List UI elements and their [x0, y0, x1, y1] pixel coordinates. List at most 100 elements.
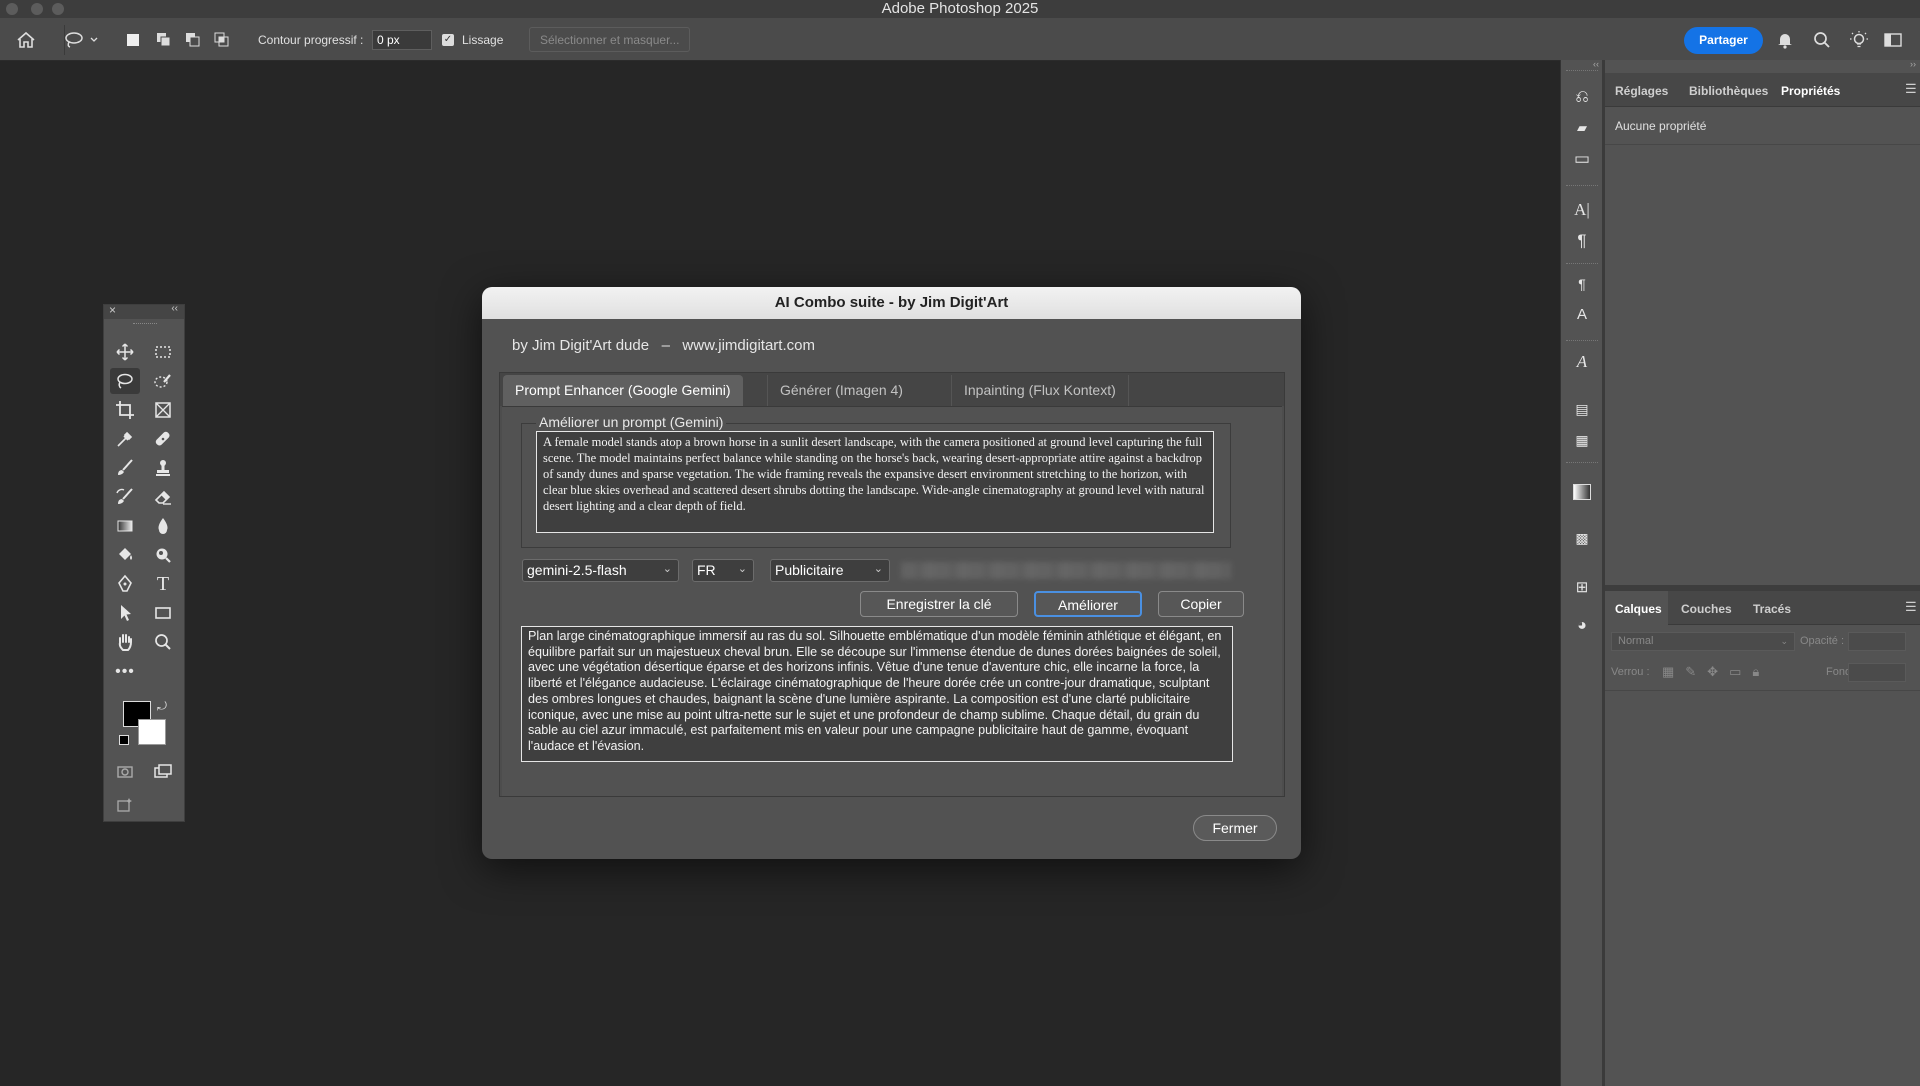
paragraph-panel-icon[interactable]: ¶: [1572, 231, 1592, 251]
window-minimize-button[interactable]: [31, 3, 43, 15]
patterns-panel-icon[interactable]: ▩: [1572, 528, 1592, 548]
improve-button[interactable]: Améliorer: [1034, 591, 1142, 617]
panel-divider: [1566, 340, 1598, 341]
quick-mask-icon[interactable]: [110, 759, 140, 785]
search-icon[interactable]: [1813, 18, 1831, 61]
zoom-tool-icon[interactable]: [148, 629, 178, 655]
history-brush-tool-icon[interactable]: [110, 484, 140, 510]
options-bar: Contour progressif : 0 px ✓ Lissage Séle…: [0, 18, 1920, 61]
comments-panel-icon[interactable]: ▭: [1572, 149, 1592, 169]
tab-channels[interactable]: Couches: [1681, 602, 1732, 616]
workspace-layout-icon[interactable]: [1884, 18, 1902, 61]
tab-layers[interactable]: Calques: [1615, 602, 1662, 616]
tab-generate[interactable]: Générer (Imagen 4): [767, 375, 915, 406]
crop-tool-icon[interactable]: [110, 397, 140, 423]
lock-icons[interactable]: ▦✎✥▭🔒︎: [1662, 664, 1770, 680]
clone-stamp-tool-icon[interactable]: [148, 455, 178, 481]
notifications-bell-icon[interactable]: [1776, 18, 1794, 61]
subtract-from-selection-icon[interactable]: [185, 18, 201, 61]
dialog-byline: by Jim Digit'Art dude – www.jimdigitart.…: [512, 337, 815, 354]
select-and-mask-button[interactable]: Sélectionner et masquer...: [529, 27, 691, 52]
plugins-panel-icon[interactable]: ▰: [1572, 118, 1592, 138]
move-tool-icon[interactable]: [110, 339, 140, 365]
object-selection-tool-icon[interactable]: [148, 368, 178, 394]
history-panel-icon[interactable]: ⎌: [1572, 87, 1592, 107]
home-icon[interactable]: [16, 18, 36, 61]
feather-input[interactable]: 0 px: [372, 30, 432, 50]
add-to-selection-icon[interactable]: [156, 18, 172, 61]
hand-tool-icon[interactable]: [110, 629, 140, 655]
notes-panel-icon[interactable]: ▦: [1572, 430, 1592, 450]
tab-inpainting[interactable]: Inpainting (Flux Kontext): [951, 375, 1129, 406]
fill-input[interactable]: [1848, 663, 1906, 682]
share-button[interactable]: Partager: [1684, 27, 1763, 54]
swap-colors-icon[interactable]: ⤾: [157, 699, 167, 714]
tab-prompt-enhancer[interactable]: Prompt Enhancer (Google Gemini): [503, 375, 743, 406]
result-output-textarea[interactable]: Plan large cinématographique immersif au…: [521, 626, 1233, 762]
panel-divider: [1566, 462, 1598, 463]
tab-libraries[interactable]: Bibliothèques: [1689, 84, 1768, 98]
paragraph-styles-icon[interactable]: ¶: [1572, 274, 1592, 294]
api-key-input-obscured[interactable]: [901, 562, 1231, 579]
type-tool-icon[interactable]: T: [148, 571, 178, 597]
lasso-tool-preset-icon[interactable]: [64, 18, 98, 61]
collapse-dock-icon[interactable]: ››: [1910, 59, 1916, 69]
spot-healing-brush-tool-icon[interactable]: [148, 426, 178, 452]
brush-tool-icon[interactable]: [110, 455, 140, 481]
lasso-tool-icon[interactable]: [110, 368, 140, 394]
style-select[interactable]: Publicitaire ⌄: [770, 559, 890, 582]
paint-bucket-tool-icon[interactable]: [110, 542, 140, 568]
layers-panel-tabs: Calques Couches Tracés ☰: [1605, 591, 1920, 625]
character-styles-icon[interactable]: A: [1572, 305, 1592, 325]
default-colors-icon[interactable]: [119, 735, 129, 745]
libraries-panel-icon[interactable]: ▤: [1572, 399, 1592, 419]
rectangular-marquee-tool-icon[interactable]: [148, 339, 178, 365]
collapse-panels-icon[interactable]: ‹‹: [1593, 59, 1599, 69]
path-selection-tool-icon[interactable]: [110, 600, 140, 626]
generative-fill-icon[interactable]: [110, 792, 140, 818]
smoothing-checkbox[interactable]: ✓: [442, 18, 454, 61]
opacity-input[interactable]: [1848, 632, 1906, 651]
panel-grip[interactable]: [1566, 70, 1598, 71]
prompt-input-textarea[interactable]: A female model stands atop a brown horse…: [536, 431, 1214, 533]
tab-adjustments[interactable]: Réglages: [1615, 84, 1668, 98]
tab-paths[interactable]: Tracés: [1753, 602, 1791, 616]
language-select[interactable]: FR ⌄: [692, 559, 754, 582]
discover-lightbulb-icon[interactable]: [1849, 18, 1869, 61]
tools-panel-header[interactable]: × ‹‹: [104, 303, 184, 319]
eyedropper-tool-icon[interactable]: [110, 426, 140, 452]
glyphs-panel-icon[interactable]: A: [1572, 352, 1592, 372]
blur-tool-icon[interactable]: [148, 513, 178, 539]
window-close-button[interactable]: [6, 3, 18, 15]
rectangle-tool-icon[interactable]: [148, 600, 178, 626]
panel-menu-icon[interactable]: ☰: [1905, 81, 1917, 97]
frame-tool-icon[interactable]: [148, 397, 178, 423]
color-palette-icon[interactable]: ◕: [1572, 616, 1592, 636]
panel-menu-icon[interactable]: ☰: [1905, 599, 1917, 615]
blend-mode-select[interactable]: Normal ⌄: [1611, 632, 1795, 651]
dodge-tool-icon[interactable]: [148, 542, 178, 568]
character-panel-icon[interactable]: A|: [1572, 200, 1592, 220]
save-key-button[interactable]: Enregistrer la clé: [860, 591, 1018, 617]
lock-label: Verrou :: [1611, 666, 1650, 678]
intersect-selection-icon[interactable]: [214, 18, 230, 61]
swatches-panel-icon[interactable]: ⊞: [1572, 578, 1592, 598]
eraser-tool-icon[interactable]: [148, 484, 178, 510]
close-icon[interactable]: ×: [109, 303, 116, 317]
copy-button[interactable]: Copier: [1158, 591, 1244, 617]
background-color-swatch[interactable]: [138, 719, 166, 745]
gradients-panel-icon[interactable]: [1573, 484, 1591, 500]
tab-properties[interactable]: Propriétés: [1781, 84, 1840, 98]
screen-mode-icon[interactable]: [148, 759, 178, 785]
checkmark-icon: ✓: [442, 33, 454, 46]
model-select[interactable]: gemini-2.5-flash ⌄: [522, 559, 679, 582]
close-dialog-button[interactable]: Fermer: [1193, 815, 1277, 841]
gradient-tool-icon[interactable]: [110, 513, 140, 539]
panel-grip[interactable]: [133, 323, 157, 324]
collapse-panel-icon[interactable]: ‹‹: [171, 303, 178, 314]
pen-tool-icon[interactable]: [110, 571, 140, 597]
window-zoom-button[interactable]: [52, 3, 64, 15]
more-tools-icon[interactable]: •••: [110, 659, 140, 685]
new-selection-icon[interactable]: [127, 18, 139, 61]
group-label: Améliorer un prompt (Gemini): [536, 414, 727, 430]
